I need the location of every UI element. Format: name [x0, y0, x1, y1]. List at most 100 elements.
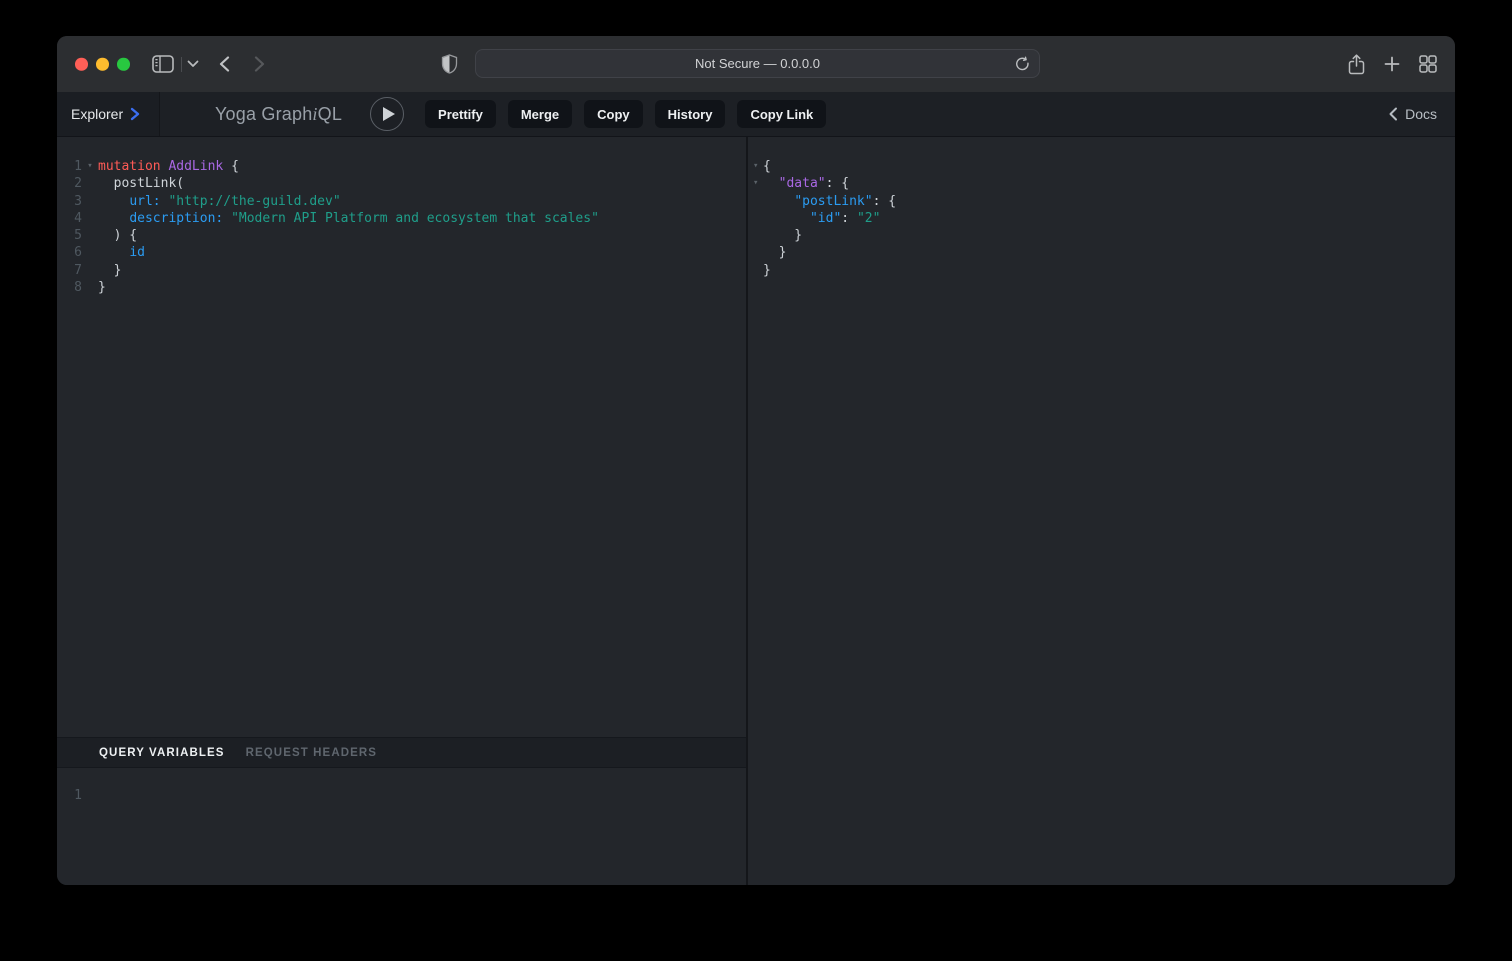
code-token — [223, 211, 231, 226]
code-token: } — [98, 280, 106, 295]
code-token: "http://the-guild.dev" — [168, 194, 340, 209]
docs-label: Docs — [1405, 106, 1437, 122]
tab-request-headers[interactable]: REQUEST HEADERS — [246, 747, 378, 759]
fold-gutter — [751, 193, 763, 210]
code-line: 3 url: "http://the-guild.dev" — [57, 193, 746, 210]
reload-icon[interactable] — [1015, 56, 1030, 71]
fold-gutter — [751, 262, 763, 279]
code-token: : { — [873, 194, 896, 209]
line-number: 5 — [57, 227, 82, 244]
chevron-right-icon — [130, 107, 140, 121]
code-token — [763, 211, 810, 226]
close-window-button[interactable] — [75, 58, 88, 71]
sidebar-menu-chevron-down-icon[interactable] — [187, 60, 199, 68]
code-line: 7 } — [57, 262, 746, 279]
code-line: ▾{ — [751, 158, 1455, 175]
variables-editor[interactable]: 1 — [57, 768, 746, 885]
browser-titlebar: Not Secure — 0.0.0.0 — [57, 36, 1455, 92]
page-title: Yoga GraphiQL — [215, 104, 342, 125]
line-number: 6 — [57, 244, 82, 261]
execute-query-button[interactable] — [370, 97, 404, 131]
line-number: 1 — [57, 158, 82, 175]
play-icon — [383, 107, 395, 121]
fold-gutter — [82, 262, 98, 279]
chevron-left-icon — [1389, 107, 1398, 121]
code-line: "id": "2" — [751, 210, 1455, 227]
fold-toggle-icon[interactable]: ▾ — [82, 158, 98, 175]
query-editor[interactable]: 1▾mutation AddLink {2 postLink(3 url: "h… — [57, 137, 746, 737]
address-text: Not Secure — 0.0.0.0 — [695, 56, 820, 71]
code-token: AddLink — [168, 159, 223, 174]
code-token: description: — [129, 211, 223, 226]
prettify-button[interactable]: Prettify — [425, 100, 496, 128]
tab-query-variables[interactable]: QUERY VARIABLES — [99, 747, 225, 759]
code-token: url: — [129, 194, 160, 209]
code-token: "data" — [779, 176, 826, 191]
docs-toggle[interactable]: Docs — [1389, 106, 1437, 122]
code-token: { — [763, 159, 771, 174]
line-number: 4 — [57, 210, 82, 227]
merge-button[interactable]: Merge — [508, 100, 572, 128]
privacy-shield-icon[interactable] — [441, 54, 458, 74]
code-token: : — [841, 211, 857, 226]
copy-link-button[interactable]: Copy Link — [737, 100, 826, 128]
fold-toggle-icon[interactable]: ▾ — [751, 158, 763, 175]
copy-button[interactable]: Copy — [584, 100, 643, 128]
code-token — [763, 194, 794, 209]
zoom-window-button[interactable] — [117, 58, 130, 71]
new-tab-plus-icon[interactable] — [1384, 56, 1400, 72]
code-line: 2 postLink( — [57, 175, 746, 192]
back-button-icon[interactable] — [219, 56, 230, 72]
fold-gutter — [82, 210, 98, 227]
line-number: 7 — [57, 262, 82, 279]
query-pane: 1▾mutation AddLink {2 postLink(3 url: "h… — [57, 137, 748, 885]
tab-overview-icon[interactable] — [1419, 55, 1437, 73]
code-token: : { — [826, 176, 849, 191]
line-number: 1 — [57, 787, 82, 804]
code-line: 1 — [57, 787, 746, 804]
explorer-toggle[interactable]: Explorer — [57, 92, 160, 136]
code-token: } — [763, 228, 802, 243]
fold-gutter — [751, 227, 763, 244]
code-token: "Modern API Platform and ecosystem that … — [231, 211, 599, 226]
code-line: "postLink": { — [751, 193, 1455, 210]
browser-window: Not Secure — 0.0.0.0 — [57, 36, 1455, 885]
code-line: ▾ "data": { — [751, 175, 1455, 192]
fold-toggle-icon[interactable]: ▾ — [751, 175, 763, 192]
response-viewer[interactable]: ▾{▾ "data": { "postLink": { "id": "2" } … — [748, 137, 1455, 885]
code-line: 5 ) { — [57, 227, 746, 244]
fold-gutter — [82, 787, 98, 804]
code-token: ) { — [98, 228, 137, 243]
traffic-lights — [75, 58, 130, 71]
line-number: 8 — [57, 279, 82, 296]
history-button[interactable]: History — [655, 100, 726, 128]
minimize-window-button[interactable] — [96, 58, 109, 71]
fold-gutter — [82, 227, 98, 244]
code-line: } — [751, 262, 1455, 279]
fold-gutter — [82, 175, 98, 192]
share-icon[interactable] — [1348, 54, 1365, 75]
sidebar-toggle-icon[interactable] — [152, 55, 174, 73]
toolbar-separator — [181, 57, 182, 72]
code-token: } — [98, 263, 121, 278]
address-bar[interactable]: Not Secure — 0.0.0.0 — [475, 49, 1040, 78]
forward-button-icon[interactable] — [254, 56, 265, 72]
code-token: "postLink" — [794, 194, 872, 209]
code-token: id — [129, 245, 145, 260]
fold-gutter — [82, 279, 98, 296]
explorer-label: Explorer — [71, 106, 123, 122]
code-token: postLink( — [98, 176, 184, 191]
fold-gutter — [751, 244, 763, 261]
line-number: 2 — [57, 175, 82, 192]
fold-gutter — [751, 210, 763, 227]
code-token: { — [223, 159, 239, 174]
code-token: "2" — [857, 211, 880, 226]
code-token: mutation — [98, 159, 161, 174]
code-token — [763, 176, 779, 191]
code-line: } — [751, 244, 1455, 261]
code-line: 8} — [57, 279, 746, 296]
code-line: 4 description: "Modern API Platform and … — [57, 210, 746, 227]
fold-gutter — [82, 193, 98, 210]
secondary-editor-tabbar: QUERY VARIABLES REQUEST HEADERS — [57, 737, 746, 768]
graphiql-toolbar: Explorer Yoga GraphiQL Prettify Merge Co… — [57, 92, 1455, 137]
